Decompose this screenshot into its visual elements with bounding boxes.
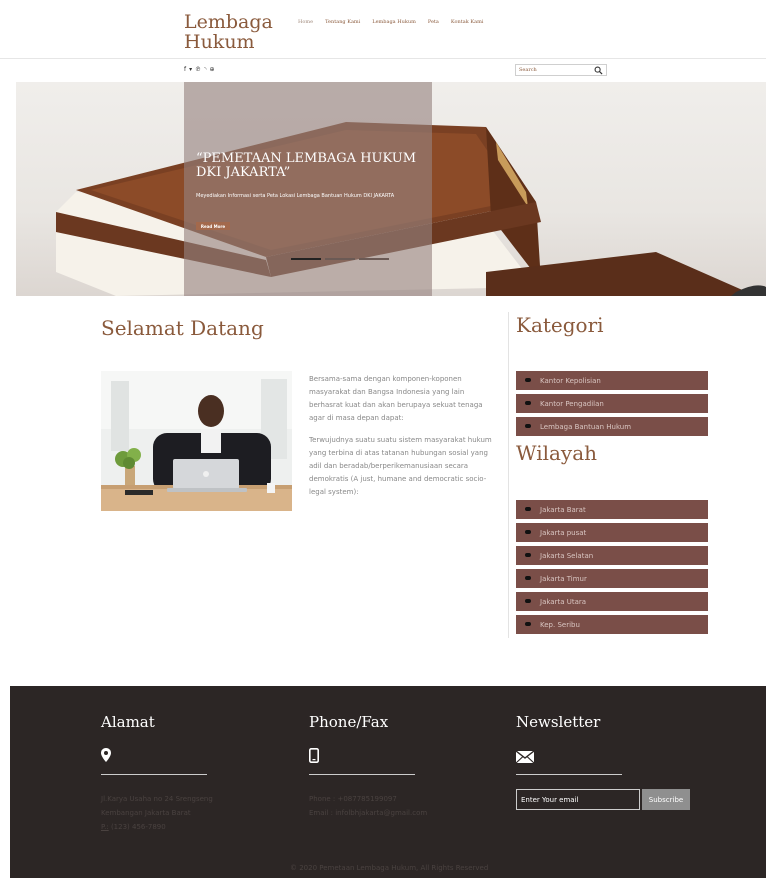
welcome-photo bbox=[101, 371, 292, 511]
read-more-button[interactable]: Read More bbox=[196, 222, 230, 230]
bullet-icon bbox=[525, 401, 531, 405]
alamat-underline bbox=[101, 774, 207, 775]
nav-home[interactable]: Home bbox=[298, 19, 313, 25]
main-nav: Home Tentang Kami Lembaga Hukum Peta Kon… bbox=[298, 19, 483, 25]
newsletter-email-input[interactable] bbox=[516, 789, 640, 810]
wilayah-item-jakarta-barat[interactable]: Jakarta Barat bbox=[516, 500, 708, 519]
envelope-icon bbox=[516, 751, 534, 763]
nav-kontak-kami[interactable]: Kontak Kami bbox=[451, 19, 484, 25]
phone-line: Phone : +087785199097 bbox=[309, 795, 397, 803]
rss-icon[interactable]: ◝ bbox=[204, 66, 206, 73]
copyright-text: © 2020 Pemetaan Lembaga Hukum, All Right… bbox=[290, 864, 489, 872]
social-search-bar: f ▾ ℗ ◝ ⊕ bbox=[0, 59, 766, 81]
logo-line-1: Lembaga bbox=[184, 11, 273, 33]
welcome-paragraph-2: Terwujudnya suatu suatu sistem masyaraka… bbox=[309, 436, 492, 496]
bullet-icon bbox=[525, 599, 531, 603]
wilayah-item-label: Jakarta Barat bbox=[540, 505, 586, 514]
bullet-icon bbox=[525, 622, 531, 626]
hero-title: “PEMETAAN LEMBAGA HUKUM DKI JAKARTA” bbox=[196, 151, 417, 180]
bullet-icon bbox=[525, 424, 531, 428]
wilayah-title: Wilayah bbox=[516, 441, 598, 465]
bullet-icon bbox=[525, 530, 531, 534]
map-pin-icon bbox=[101, 748, 111, 762]
kategori-list: Kantor Kepolisian Kantor Pengadilan Lemb… bbox=[516, 371, 708, 440]
email-line: Email : infolbhjakarta@gmail.com bbox=[309, 809, 428, 817]
hero-slider bbox=[16, 82, 766, 296]
hero-description: Meyediakan Informasi serta Peta Lokasi L… bbox=[196, 193, 395, 199]
nav-peta[interactable]: Peta bbox=[428, 19, 439, 25]
twitter-icon[interactable]: ▾ bbox=[189, 66, 192, 73]
logo-line-2: Hukum bbox=[184, 31, 255, 53]
kategori-item-label: Kantor Kepolisian bbox=[540, 376, 601, 385]
slider-dot-1[interactable] bbox=[291, 258, 321, 260]
alamat-title: Alamat bbox=[101, 713, 155, 731]
wilayah-item-label: Jakarta Selatan bbox=[540, 551, 594, 560]
nav-lembaga-hukum[interactable]: Lembaga Hukum bbox=[372, 19, 416, 25]
phone-fax-underline bbox=[309, 774, 415, 775]
wilayah-item-label: Jakarta pusat bbox=[540, 528, 587, 537]
newsletter-underline bbox=[516, 774, 622, 775]
kategori-item-kantor-pengadilan[interactable]: Kantor Pengadilan bbox=[516, 394, 708, 413]
dribbble-icon[interactable]: ⊕ bbox=[209, 66, 214, 73]
slider-dots bbox=[291, 258, 389, 260]
facebook-icon[interactable]: f bbox=[184, 66, 186, 73]
sidebar-divider bbox=[508, 312, 509, 638]
alamat-line-1: Jl.Karya Usaha no 24 Srengseng bbox=[101, 795, 213, 803]
kategori-item-label: Lembaga Bantuan Hukum bbox=[540, 422, 632, 431]
kategori-item-label: Kantor Pengadilan bbox=[540, 399, 604, 408]
pinterest-icon[interactable]: ℗ bbox=[195, 66, 201, 73]
wilayah-item-jakarta-utara[interactable]: Jakarta Utara bbox=[516, 592, 708, 611]
alamat-text: Jl.Karya Usaha no 24 Srengseng Kembangan… bbox=[101, 792, 301, 834]
site-header: Lembaga Hukum Home Tentang Kami Lembaga … bbox=[0, 0, 766, 58]
newsletter-title: Newsletter bbox=[516, 713, 601, 731]
alamat-phone-row: P.: (123) 456-7890 bbox=[101, 820, 301, 834]
slider-dot-2[interactable] bbox=[325, 258, 355, 260]
wilayah-item-jakarta-timur[interactable]: Jakarta Timur bbox=[516, 569, 708, 588]
wilayah-list: Jakarta Barat Jakarta pusat Jakarta Sela… bbox=[516, 500, 708, 638]
welcome-title: Selamat Datang bbox=[101, 316, 264, 340]
welcome-paragraph-1: Bersama-sama dengan komponen-koponen mas… bbox=[309, 375, 483, 422]
welcome-text: Bersama-sama dengan komponen-koponen mas… bbox=[309, 373, 495, 508]
subscribe-button[interactable]: Subscribe bbox=[642, 789, 690, 810]
bullet-icon bbox=[525, 507, 531, 511]
kategori-item-lembaga-bantuan-hukum[interactable]: Lembaga Bantuan Hukum bbox=[516, 417, 708, 436]
bullet-icon bbox=[525, 576, 531, 580]
search-input[interactable] bbox=[516, 65, 592, 75]
bullet-icon bbox=[525, 378, 531, 382]
wilayah-item-label: Jakarta Utara bbox=[540, 597, 587, 606]
phone-fax-text: Phone : +087785199097 Email : infolbhjak… bbox=[309, 792, 509, 820]
bullet-icon bbox=[525, 553, 531, 557]
alamat-phone: (123) 456-7890 bbox=[108, 823, 166, 831]
phone-label: P.: bbox=[101, 823, 109, 831]
phone-fax-title: Phone/Fax bbox=[309, 713, 389, 731]
slider-dot-3[interactable] bbox=[359, 258, 389, 260]
kategori-item-kantor-kepolisian[interactable]: Kantor Kepolisian bbox=[516, 371, 708, 390]
hero-overlay bbox=[184, 82, 432, 296]
wilayah-item-jakarta-pusat[interactable]: Jakarta pusat bbox=[516, 523, 708, 542]
search-box bbox=[515, 64, 607, 76]
alamat-line-2: Kembangan Jakarta Barat bbox=[101, 809, 191, 817]
wilayah-item-label: Kep. Seribu bbox=[540, 620, 580, 629]
wilayah-item-label: Jakarta Timur bbox=[540, 574, 587, 583]
wilayah-item-jakarta-selatan[interactable]: Jakarta Selatan bbox=[516, 546, 708, 565]
kategori-title: Kategori bbox=[516, 313, 604, 337]
social-links: f ▾ ℗ ◝ ⊕ bbox=[184, 66, 215, 73]
mobile-phone-icon bbox=[309, 748, 319, 763]
nav-tentang-kami[interactable]: Tentang Kami bbox=[325, 19, 360, 25]
wilayah-item-kep-seribu[interactable]: Kep. Seribu bbox=[516, 615, 708, 634]
search-icon[interactable] bbox=[594, 66, 603, 75]
site-logo[interactable]: Lembaga Hukum bbox=[184, 12, 273, 52]
